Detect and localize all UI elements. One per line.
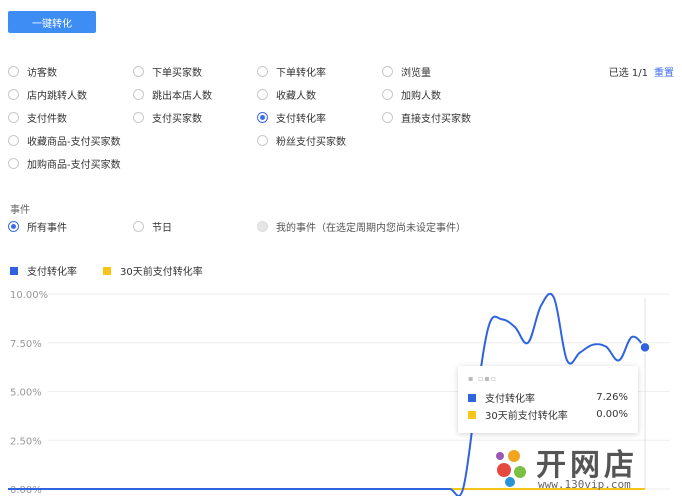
tooltip-label-secondary: 30天前支付转化率 — [485, 411, 568, 422]
radio-icon[interactable] — [133, 88, 144, 100]
chart-legend: 支付转化率 30天前支付转化率 — [10, 263, 203, 278]
y-tick-label: 10.00% — [10, 290, 48, 301]
radio-icon[interactable] — [8, 65, 19, 77]
event-section-title: 事件 — [10, 205, 30, 216]
tooltip-row-primary: 支付转化率 7.26% — [468, 390, 628, 405]
metric-option-label: 粉丝支付买家数 — [276, 136, 346, 148]
tooltip-value-primary: 7.26% — [596, 392, 628, 403]
metric-option[interactable]: 下单转化率 — [257, 62, 326, 80]
y-tick-label: 5.00% — [10, 388, 42, 399]
radio-icon — [257, 221, 268, 232]
reset-link[interactable]: 重置 — [654, 64, 674, 79]
metric-option[interactable]: 收藏人数 — [257, 85, 316, 103]
metric-option[interactable]: 访客数 — [8, 62, 57, 80]
y-tick-label: 2.50% — [10, 436, 42, 447]
y-tick-label: 7.50% — [10, 339, 42, 350]
tooltip-swatch-primary — [468, 393, 476, 402]
radio-icon[interactable] — [8, 157, 19, 169]
tooltip-row-secondary: 30天前支付转化率 0.00% — [468, 407, 628, 422]
metric-option-label: 收藏商品-支付买家数 — [27, 136, 121, 148]
selected-count: 已选 1/1 — [608, 68, 648, 79]
metric-option-label: 下单转化率 — [276, 67, 326, 79]
metric-option-label: 加购商品-支付买家数 — [27, 159, 121, 171]
metric-option[interactable]: 收藏商品-支付买家数 — [8, 131, 121, 149]
metric-option[interactable]: 店内跳转人数 — [8, 85, 87, 103]
tooltip-value-secondary: 0.00% — [596, 409, 628, 420]
legend-swatch-secondary — [103, 266, 111, 275]
event-option-label: 所有事件 — [27, 223, 67, 234]
radio-icon[interactable] — [133, 65, 144, 77]
radio-icon[interactable] — [8, 111, 19, 123]
legend-label-primary: 支付转化率 — [27, 267, 77, 278]
metric-option-label: 支付买家数 — [152, 113, 202, 125]
tooltip-date-blurred: ▪ ▫▪▫ — [468, 374, 498, 383]
metric-option-label: 浏览量 — [401, 67, 431, 79]
radio-icon[interactable] — [133, 221, 144, 232]
watermark: 开网店 www.130vip.com — [492, 440, 678, 496]
metric-option[interactable]: 支付件数 — [8, 108, 67, 126]
metric-option[interactable]: 直接支付买家数 — [382, 108, 471, 126]
metric-option[interactable]: 粉丝支付买家数 — [257, 131, 346, 149]
watermark-url: www.130vip.com — [538, 478, 631, 491]
metric-option-label: 店内跳转人数 — [27, 90, 87, 102]
metric-option[interactable]: 跳出本店人数 — [133, 85, 212, 103]
metric-option-label: 加购人数 — [401, 90, 441, 102]
metric-option[interactable]: 支付转化率 — [257, 108, 326, 126]
event-option[interactable]: 所有事件 — [8, 219, 67, 234]
event-option: 我的事件（在选定周期内您尚未设定事件） — [257, 219, 466, 234]
radio-icon[interactable] — [8, 221, 19, 232]
metric-option[interactable]: 支付买家数 — [133, 108, 202, 126]
radio-icon[interactable] — [257, 88, 268, 100]
event-option-label: 节日 — [152, 223, 172, 234]
metric-option[interactable]: 加购商品-支付买家数 — [8, 154, 121, 172]
metric-option[interactable]: 下单买家数 — [133, 62, 202, 80]
tooltip-label-primary: 支付转化率 — [485, 394, 535, 405]
metric-option[interactable]: 浏览量 — [382, 62, 431, 80]
tooltip-swatch-secondary — [468, 410, 476, 419]
legend-item-secondary[interactable]: 30天前支付转化率 — [103, 263, 203, 278]
radio-icon[interactable] — [133, 111, 144, 123]
radio-icon[interactable] — [382, 65, 393, 77]
metric-option-label: 访客数 — [27, 67, 57, 79]
metric-option-label: 支付转化率 — [276, 113, 326, 125]
series-point-highlight[interactable] — [639, 341, 651, 354]
metric-option-label: 收藏人数 — [276, 90, 316, 102]
legend-swatch-primary — [10, 266, 18, 275]
event-option-label: 我的事件（在选定周期内您尚未设定事件） — [276, 223, 466, 234]
watermark-logo-icon — [496, 450, 526, 487]
radio-icon[interactable] — [382, 88, 393, 100]
radio-icon[interactable] — [257, 134, 268, 146]
metric-option-label: 跳出本店人数 — [152, 90, 212, 102]
event-option[interactable]: 节日 — [133, 219, 172, 234]
radio-icon[interactable] — [257, 65, 268, 77]
legend-item-primary[interactable]: 支付转化率 — [10, 263, 77, 278]
metric-option-label: 直接支付买家数 — [401, 113, 471, 125]
event-options: 所有事件 节日 我的事件（在选定周期内您尚未设定事件） — [8, 219, 668, 237]
radio-icon[interactable] — [257, 111, 268, 123]
legend-label-secondary: 30天前支付转化率 — [120, 267, 203, 278]
one-click-convert-button[interactable]: 一键转化 — [8, 11, 96, 33]
chart-tooltip: ▪ ▫▪▫ 支付转化率 7.26% 30天前支付转化率 0.00% — [458, 366, 638, 433]
radio-icon[interactable] — [8, 88, 19, 100]
selection-info: 已选 1/1 重置 — [609, 64, 674, 79]
metric-option-label: 支付件数 — [27, 113, 67, 125]
y-tick-label: 0.00% — [10, 485, 42, 496]
metric-option[interactable]: 加购人数 — [382, 85, 441, 103]
radio-icon[interactable] — [8, 134, 19, 146]
metric-option-label: 下单买家数 — [152, 67, 202, 79]
radio-icon[interactable] — [382, 111, 393, 123]
